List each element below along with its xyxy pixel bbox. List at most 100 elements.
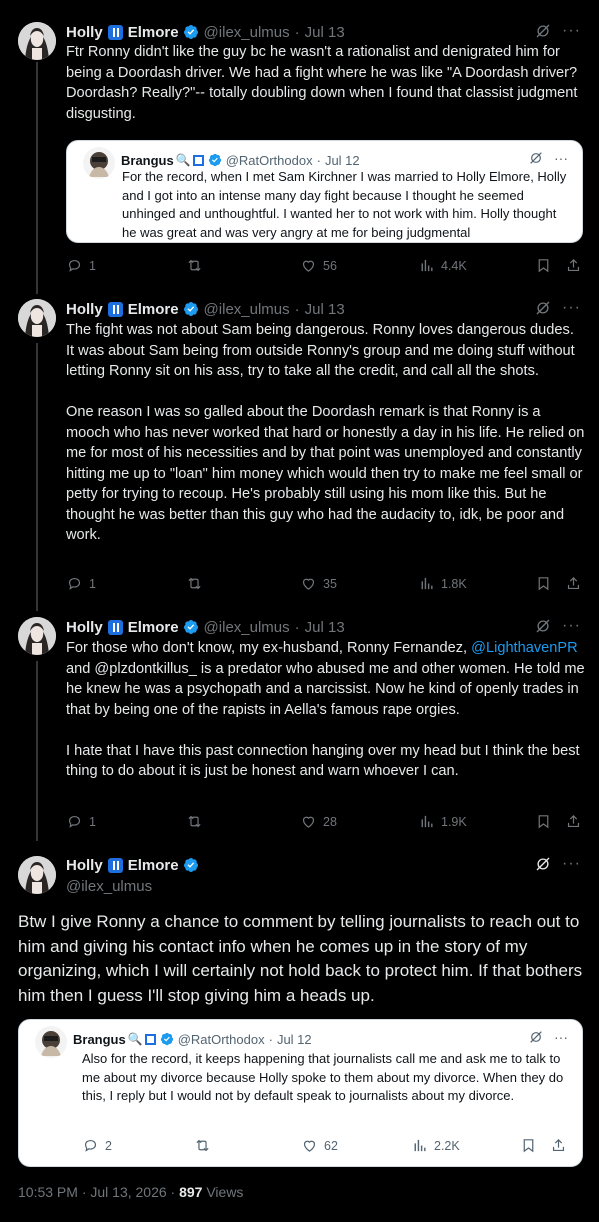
display-name[interactable]: Holly: [66, 619, 103, 636]
share-button[interactable]: [565, 813, 582, 830]
avatar[interactable]: [18, 299, 56, 337]
views-icon: [418, 257, 435, 274]
quote-date[interactable]: Jul 12: [277, 1032, 312, 1047]
tweet-actions: 1 35 1.8K: [66, 575, 586, 595]
more-options-icon[interactable]: ···: [562, 617, 581, 635]
grok-icon[interactable]: [528, 150, 544, 166]
tweet-text: The fight was not about Sam being danger…: [66, 322, 585, 543]
views-button[interactable]: 1.8K: [418, 575, 467, 592]
pause-icon: [107, 301, 123, 317]
retweet-icon: [186, 813, 203, 830]
views-count: 4.4K: [441, 258, 467, 273]
handle[interactable]: @RatOrthodox: [226, 153, 313, 168]
display-name[interactable]: Holly: [66, 857, 103, 874]
verified-badge-icon: [183, 857, 199, 873]
reply-count: 2: [105, 1138, 112, 1153]
avatar[interactable]: [18, 856, 56, 894]
handle[interactable]: @RatOrthodox: [178, 1032, 265, 1047]
display-name[interactable]: Elmore: [128, 301, 179, 318]
quote-text: Also for the record, it keeps happening …: [82, 1051, 564, 1103]
tweet-date[interactable]: Jul 13: [305, 24, 345, 41]
mention-link[interactable]: @LighthavenPR: [471, 640, 578, 656]
separator-dot: ·: [294, 618, 300, 636]
reply-button[interactable]: 2: [82, 1137, 112, 1154]
conversation-thread: Holly Elmore @ilex_ulmus · Jul 13 ··· Ft…: [0, 0, 599, 1222]
share-icon: [565, 575, 582, 592]
avatar[interactable]: [18, 22, 56, 60]
more-options-icon[interactable]: ···: [562, 22, 581, 40]
grok-icon[interactable]: [534, 617, 552, 635]
views-button[interactable]: 4.4K: [418, 257, 467, 274]
grok-icon[interactable]: [534, 855, 552, 873]
handle[interactable]: @ilex_ulmus: [66, 878, 152, 895]
timestamp-text[interactable]: 10:53 PM · Jul 13, 2026 ·: [18, 1184, 179, 1200]
reply-button[interactable]: 1: [66, 257, 96, 274]
grok-icon[interactable]: [528, 1029, 544, 1045]
share-button[interactable]: [565, 575, 582, 592]
share-button[interactable]: [550, 1137, 567, 1154]
display-name[interactable]: Elmore: [128, 857, 179, 874]
heart-icon: [300, 575, 317, 592]
reply-button[interactable]: 1: [66, 813, 96, 830]
more-options-icon[interactable]: ···: [562, 299, 581, 317]
like-button[interactable]: 62: [301, 1137, 338, 1154]
heart-icon: [300, 257, 317, 274]
separator-dot: ·: [316, 152, 321, 168]
thread-line: [36, 343, 38, 611]
handle[interactable]: @ilex_ulmus: [204, 301, 290, 318]
grok-icon[interactable]: [534, 22, 552, 40]
quote-date[interactable]: Jul 12: [325, 153, 360, 168]
share-icon: [565, 813, 582, 830]
reply-icon: [66, 813, 83, 830]
like-button[interactable]: 28: [300, 813, 337, 830]
more-options-icon[interactable]: ···: [554, 1029, 568, 1045]
separator-dot: ·: [268, 1031, 273, 1047]
display-name[interactable]: Elmore: [128, 619, 179, 636]
quote-header: Brangus 🔍 @RatOrthodox · Jul 12 ···: [83, 150, 568, 170]
square-icon: [144, 1033, 156, 1045]
bookmark-button[interactable]: [535, 575, 552, 592]
views-button[interactable]: 2.2K: [411, 1137, 460, 1154]
avatar[interactable]: [83, 147, 115, 179]
grok-icon[interactable]: [534, 299, 552, 317]
handle[interactable]: @ilex_ulmus: [204, 24, 290, 41]
bookmark-button[interactable]: [535, 257, 552, 274]
like-button[interactable]: 35: [300, 575, 337, 592]
share-button[interactable]: [565, 257, 582, 274]
bookmark-icon: [535, 575, 552, 592]
views-label: Views: [202, 1184, 244, 1200]
tweet-text: Ftr Ronny didn't like the guy bc he wasn…: [66, 44, 582, 122]
like-button[interactable]: 56: [300, 257, 337, 274]
views-count: 1.9K: [441, 814, 467, 829]
quote-tweet[interactable]: Brangus 🔍 @RatOrthodox · Jul 12 ··· For …: [66, 140, 583, 243]
tweet-date[interactable]: Jul 13: [305, 619, 345, 636]
tweet-date[interactable]: Jul 13: [305, 301, 345, 318]
tweet-timestamp: 10:53 PM · Jul 13, 2026 · 897 Views: [18, 1184, 243, 1200]
retweet-button[interactable]: [186, 813, 209, 830]
retweet-button[interactable]: [186, 257, 209, 274]
display-name[interactable]: Brangus: [73, 1032, 126, 1047]
more-options-icon[interactable]: ···: [554, 150, 568, 166]
display-name[interactable]: Holly: [66, 24, 103, 41]
views-count: 897: [179, 1184, 203, 1200]
retweet-button[interactable]: [194, 1137, 211, 1154]
display-name[interactable]: Holly: [66, 301, 103, 318]
more-options-icon[interactable]: ···: [562, 855, 581, 873]
reply-button[interactable]: 1: [66, 575, 96, 592]
avatar[interactable]: [18, 617, 56, 655]
retweet-icon: [194, 1137, 211, 1154]
retweet-button[interactable]: [186, 575, 209, 592]
avatar[interactable]: [35, 1026, 67, 1058]
bookmark-button[interactable]: [535, 813, 552, 830]
views-count: 1.8K: [441, 576, 467, 591]
handle[interactable]: @ilex_ulmus: [204, 619, 290, 636]
views-count: 2.2K: [434, 1138, 460, 1153]
display-name[interactable]: Elmore: [128, 24, 179, 41]
reply-icon: [66, 257, 83, 274]
bookmark-button[interactable]: [520, 1137, 537, 1154]
quote-tweet[interactable]: Brangus 🔍 @RatOrthodox · Jul 12 ··· Also…: [18, 1019, 583, 1167]
tweet-actions: 1 56 4.4K: [66, 257, 586, 277]
views-button[interactable]: 1.9K: [418, 813, 467, 830]
tweet-header: Holly Elmore @ilex_ulmus · Jul 13 ···: [66, 617, 581, 637]
display-name[interactable]: Brangus: [121, 153, 174, 168]
